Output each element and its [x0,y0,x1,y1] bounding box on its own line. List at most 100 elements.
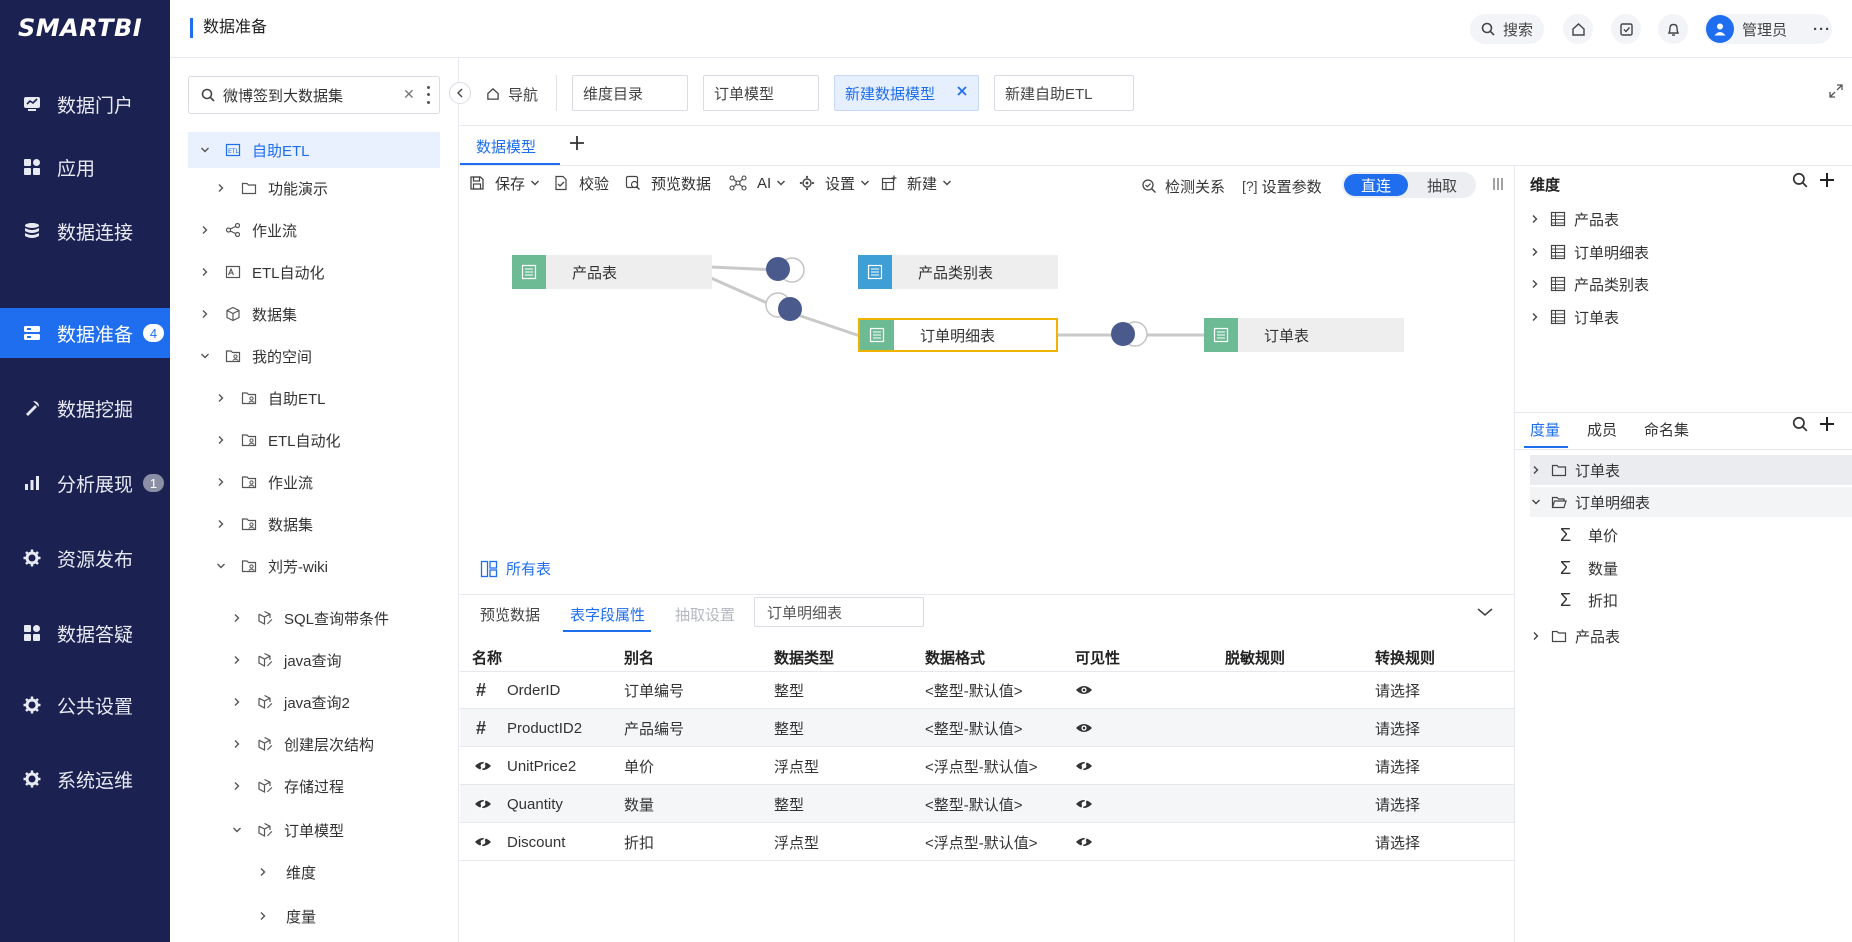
more-menu-button[interactable]: ··· [1807,14,1837,44]
tree-item-sql-query[interactable]: SQL查询带条件 [188,600,389,636]
field-alias[interactable]: 数量 [624,785,654,823]
chevron-right-icon[interactable] [230,655,244,665]
nav-tab-button[interactable]: 导航 [486,84,538,104]
measure-item[interactable]: Σ 单价 [1560,520,1618,550]
nav-item-resource-publish[interactable]: 资源发布 [0,533,170,583]
chevron-right-icon[interactable] [230,613,244,623]
hidden-icon[interactable] [1075,747,1093,785]
collapse-panel-icon[interactable] [1476,606,1494,618]
tree-item-liufang-wiki[interactable]: 刘芳-wiki [188,548,328,584]
tree-item-self-etl[interactable]: ETL 自助ETL [188,132,440,168]
tree-more-icon[interactable] [420,84,436,106]
chevron-right-icon[interactable] [214,435,228,445]
nav-item-data-prep[interactable]: 数据准备 4 [0,308,170,358]
table-row[interactable]: Quantity 数量 整型 <整型-默认值> 请选择 [460,785,1514,823]
add-model-tab-icon[interactable] [568,134,586,152]
tab-preview-data[interactable]: 预览数据 [480,604,540,625]
close-tab-icon[interactable] [956,85,968,97]
tab-measures[interactable]: 度量 [1530,419,1560,440]
settings-button[interactable]: 设置 [799,172,875,194]
dimension-item[interactable]: 订单表 [1530,302,1619,332]
nav-item-data-connection[interactable]: 数据连接 [0,206,170,256]
join-icon[interactable] [766,257,805,283]
chevron-right-icon[interactable] [256,911,270,921]
tab-members[interactable]: 成员 [1587,419,1617,440]
field-type[interactable]: 整型 [774,785,804,823]
tasks-button[interactable] [1611,14,1641,44]
chevron-down-icon[interactable] [214,561,228,571]
chevron-right-icon[interactable] [214,183,228,193]
field-convert[interactable]: 请选择 [1375,785,1420,823]
search-icon[interactable] [1792,416,1808,432]
field-type[interactable]: 浮点型 [774,747,819,785]
set-params-button[interactable]: [?] 设置参数 [1242,175,1322,197]
field-format[interactable]: <整型-默认值> [925,671,1023,709]
join-icon[interactable] [765,292,802,321]
field-type[interactable]: 浮点型 [774,823,819,861]
add-dimension-icon[interactable] [1818,171,1836,189]
field-alias[interactable]: 产品编号 [624,709,684,747]
nav-item-data-portal[interactable]: 数据门户 [0,79,170,129]
home-button[interactable] [1563,14,1593,44]
measure-item[interactable]: Σ 折扣 [1560,585,1618,615]
notifications-button[interactable] [1658,14,1688,44]
tree-item-java-query2[interactable]: java查询2 [188,684,350,720]
table-row[interactable]: UnitPrice2 单价 浮点型 <浮点型-默认值> 请选择 [460,747,1514,785]
tab-named-sets[interactable]: 命名集 [1644,419,1689,440]
nav-item-public-settings[interactable]: 公共设置 [0,680,170,730]
tree-item-feature-demo[interactable]: 功能演示 [188,170,328,206]
chevron-right-icon[interactable] [214,477,228,487]
measure-item[interactable]: Σ 数量 [1560,553,1618,583]
fullscreen-icon[interactable] [1829,84,1843,98]
chevron-right-icon[interactable] [198,309,212,319]
visible-icon[interactable] [1075,671,1093,709]
measure-folder[interactable]: 产品表 [1530,621,1620,651]
tree-item-order-model[interactable]: 订单模型 [188,812,344,848]
tree-item-my-etl-automation[interactable]: ETL自动化 [188,422,341,458]
detect-relations-button[interactable]: 检测关系 [1141,175,1225,197]
nav-item-apps[interactable]: 应用 [0,142,170,192]
field-alias[interactable]: 订单编号 [624,671,684,709]
field-format[interactable]: <整型-默认值> [925,785,1023,823]
chevron-right-icon[interactable] [230,697,244,707]
tree-item-stored-proc[interactable]: 存储过程 [188,768,344,804]
tree-item-my-space[interactable]: 我的空间 [188,338,312,374]
tab-order-model[interactable]: 订单模型 [703,75,819,111]
new-button[interactable]: 新建 [881,172,957,194]
chevron-right-icon[interactable] [1530,247,1546,257]
chevron-right-icon[interactable] [256,867,270,877]
collapse-tree-button[interactable] [449,82,471,104]
field-format[interactable]: <浮点型-默认值> [925,747,1038,785]
tree-item-measure[interactable]: 度量 [188,898,316,934]
field-type[interactable]: 整型 [774,709,804,747]
nav-item-data-mining[interactable]: 数据挖掘 [0,383,170,433]
clear-search-icon[interactable]: ✕ [403,86,415,103]
chevron-right-icon[interactable] [214,519,228,529]
measure-folder[interactable]: 订单表 [1530,455,1852,485]
dimension-item[interactable]: 订单明细表 [1530,237,1649,267]
table-row[interactable]: # OrderID 订单编号 整型 <整型-默认值> 请选择 [460,671,1514,709]
table-row[interactable]: Discount 折扣 浮点型 <浮点型-默认值> 请选择 [460,823,1514,861]
all-tables-button[interactable]: 所有表 [480,558,551,579]
tree-item-hierarchy[interactable]: 创建层次结构 [188,726,374,762]
tab-field-properties[interactable]: 表字段属性 [570,604,645,625]
field-convert[interactable]: 请选择 [1375,747,1420,785]
chevron-right-icon[interactable] [1531,465,1547,475]
chevron-right-icon[interactable] [1530,279,1546,289]
table-select[interactable]: 订单明细表 [754,597,924,627]
tree-item-workflow[interactable]: 作业流 [188,212,297,248]
search-icon[interactable] [1792,172,1808,188]
chevron-right-icon[interactable] [214,393,228,403]
chevron-right-icon[interactable] [1530,312,1546,322]
field-alias[interactable]: 折扣 [624,823,654,861]
chevron-right-icon[interactable] [198,225,212,235]
chevron-right-icon[interactable] [1531,631,1547,641]
chevron-down-icon[interactable] [1531,497,1547,507]
tree-item-my-workflow[interactable]: 作业流 [188,464,313,500]
tab-new-self-etl[interactable]: 新建自助ETL [994,75,1134,111]
dimension-item[interactable]: 产品表 [1530,204,1619,234]
visible-icon[interactable] [1075,709,1093,747]
dimension-item[interactable]: 产品类别表 [1530,269,1649,299]
node-product-category-table[interactable]: 产品类别表 [858,255,1058,289]
tree-search-input[interactable] [223,83,403,107]
